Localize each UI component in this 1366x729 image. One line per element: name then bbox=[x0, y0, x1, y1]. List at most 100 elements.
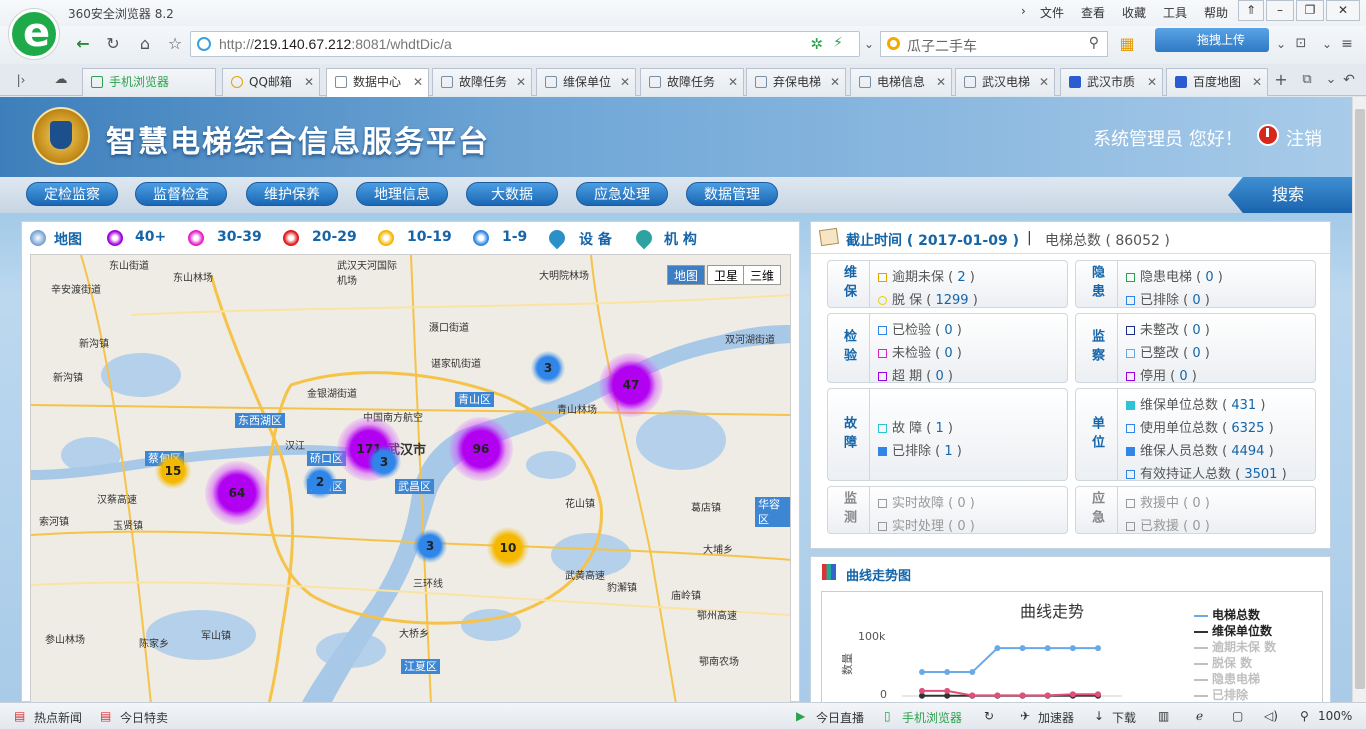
stat-row[interactable]: 已排除 ( 1 ) bbox=[878, 440, 962, 459]
cluster-marker[interactable]: 15 bbox=[155, 453, 191, 489]
map-view[interactable]: 地图 卫星 三维 东山街道 东山林场 武汉天河国际机场 大明院林场 辛安渡街道 … bbox=[30, 254, 791, 702]
series-point[interactable] bbox=[1069, 691, 1076, 698]
legend-item[interactable]: 逾期未保 数 bbox=[1194, 638, 1276, 655]
tab-data-center[interactable]: 数据中心 ✕ bbox=[326, 68, 429, 97]
legend-20-29[interactable]: 20-29 bbox=[312, 229, 357, 245]
cloud-icon[interactable]: ☁ bbox=[50, 69, 72, 91]
series-point[interactable] bbox=[1044, 645, 1051, 652]
sidebar-toggle-icon[interactable]: |› bbox=[10, 69, 32, 91]
legend-item[interactable]: 维保单位数 bbox=[1194, 622, 1272, 639]
series-point[interactable] bbox=[1019, 645, 1026, 652]
legend-org[interactable]: 机 构 bbox=[664, 229, 697, 249]
legend-item[interactable]: 已排除 bbox=[1194, 686, 1248, 702]
map-type-map[interactable]: 地图 bbox=[667, 265, 706, 285]
stat-row[interactable]: 实时故障 ( 0 ) bbox=[878, 492, 975, 511]
speed-mode-icon[interactable]: ⚡ bbox=[833, 35, 843, 51]
status-zoom[interactable]: 100% bbox=[1318, 709, 1352, 723]
minimize-button[interactable]: – bbox=[1266, 0, 1294, 21]
stat-row[interactable]: 有效持证人总数 ( 3501 ) bbox=[1126, 463, 1287, 482]
stat-row[interactable]: 超 期 ( 0 ) bbox=[878, 365, 953, 384]
cluster-marker[interactable]: 3 bbox=[531, 351, 565, 385]
undo-close-icon[interactable]: ↶ bbox=[1338, 69, 1360, 91]
stat-row[interactable]: 停用 ( 0 ) bbox=[1126, 365, 1197, 384]
status-mobile[interactable]: 手机浏览器 bbox=[902, 709, 962, 726]
legend-40-plus[interactable]: 40+ bbox=[135, 229, 166, 245]
page-scrollbar[interactable] bbox=[1352, 97, 1366, 702]
legend-1-9[interactable]: 1-9 bbox=[502, 229, 527, 245]
stat-row[interactable]: 故 障 ( 1 ) bbox=[878, 417, 953, 436]
cluster-marker[interactable]: 2 bbox=[303, 465, 337, 499]
tab-maintenance-unit[interactable]: 维保单位 ✕ bbox=[536, 68, 636, 96]
close-button[interactable]: ✕ bbox=[1326, 0, 1360, 21]
tab-qq-mail[interactable]: QQ邮箱 ✕ bbox=[222, 68, 320, 96]
cluster-marker[interactable]: 10 bbox=[487, 527, 529, 569]
search-text[interactable]: 瓜子二手车 bbox=[907, 36, 977, 56]
legend-map[interactable]: 地图 bbox=[54, 229, 82, 249]
series-point[interactable] bbox=[1095, 645, 1101, 652]
tab-wuhan-quality[interactable]: 武汉市质 ✕ bbox=[1060, 68, 1163, 96]
map-type-3d[interactable]: 三维 bbox=[743, 265, 782, 285]
stat-row[interactable]: 脱 保 ( 1299 ) bbox=[878, 289, 978, 308]
game-dropdown-icon[interactable]: ⌄ bbox=[1316, 33, 1338, 55]
legend-item[interactable]: 脱保 数 bbox=[1194, 654, 1252, 671]
stat-row[interactable]: 未检验 ( 0 ) bbox=[878, 342, 962, 361]
tab-abandoned-elevator[interactable]: 弃保电梯 ✕ bbox=[746, 68, 846, 96]
volume-icon[interactable]: ◁) bbox=[1264, 709, 1278, 723]
legend-device[interactable]: 设 备 bbox=[579, 229, 612, 249]
tab-baidu-map[interactable]: 百度地图 ✕ bbox=[1166, 68, 1268, 96]
legend-10-19[interactable]: 10-19 bbox=[407, 229, 452, 245]
nav-supervision[interactable]: 监督检查 bbox=[135, 182, 227, 206]
search-icon[interactable]: ⚲ bbox=[1089, 35, 1099, 51]
legend-item[interactable]: 电梯总数 bbox=[1194, 606, 1260, 623]
nav-emergency[interactable]: 应急处理 bbox=[576, 182, 668, 206]
nav-inspection[interactable]: 定检监察 bbox=[26, 182, 118, 206]
legend-30-39[interactable]: 30-39 bbox=[217, 229, 262, 245]
nav-geo-info[interactable]: 地理信息 bbox=[356, 182, 448, 206]
stat-row[interactable]: 维保人员总数 ( 4494 ) bbox=[1126, 440, 1274, 459]
stat-row[interactable]: 逾期未保 ( 2 ) bbox=[878, 266, 975, 285]
upload-dropdown-icon[interactable]: ⌄ bbox=[1270, 33, 1292, 55]
stat-row[interactable]: 已救援 ( 0 ) bbox=[1126, 515, 1210, 534]
status-deals[interactable]: 今日特卖 bbox=[120, 709, 168, 726]
nav-data-manage[interactable]: 数据管理 bbox=[686, 182, 778, 206]
stat-row[interactable]: 实时处理 ( 0 ) bbox=[878, 515, 975, 534]
cluster-marker[interactable]: 3 bbox=[367, 445, 401, 479]
upload-button[interactable]: 拖拽上传 bbox=[1155, 28, 1269, 52]
star-icon[interactable]: ☆ bbox=[164, 33, 186, 55]
url-dropdown-icon[interactable]: ⌄ bbox=[858, 33, 880, 55]
home-icon[interactable]: ⌂ bbox=[134, 33, 156, 55]
pin-icon[interactable]: ⇑ bbox=[1238, 0, 1264, 21]
url-bar[interactable]: http://219.140.67.212:8081/whdtDic/a ✲ ⚡ bbox=[190, 31, 860, 57]
stat-row[interactable]: 隐患电梯 ( 0 ) bbox=[1126, 266, 1223, 285]
refresh-status-icon[interactable]: ↻ bbox=[984, 709, 994, 723]
menu-arrow-icon[interactable]: › bbox=[1021, 4, 1026, 18]
tab-list-icon[interactable]: ⧉ bbox=[1296, 69, 1318, 91]
series-point[interactable] bbox=[994, 645, 1001, 652]
series-point[interactable] bbox=[969, 669, 976, 676]
back-icon[interactable]: ← bbox=[72, 33, 94, 55]
stat-row[interactable]: 使用单位总数 ( 6325 ) bbox=[1126, 417, 1274, 436]
url-text[interactable]: http://219.140.67.212:8081/whdtDic/a bbox=[219, 36, 452, 52]
series-point[interactable] bbox=[944, 669, 951, 676]
series-point[interactable] bbox=[1095, 691, 1101, 698]
nav-big-data[interactable]: 大数据 bbox=[466, 182, 558, 206]
cluster-marker[interactable]: 3 bbox=[413, 529, 447, 563]
status-news[interactable]: 热点新闻 bbox=[34, 709, 82, 726]
window-icon[interactable]: ▢ bbox=[1232, 709, 1243, 723]
menu-tools[interactable]: 工具 bbox=[1163, 4, 1187, 21]
status-live[interactable]: 今日直播 bbox=[816, 709, 864, 726]
menu-view[interactable]: 查看 bbox=[1081, 4, 1105, 21]
browser-logo-icon[interactable] bbox=[9, 9, 59, 59]
logout-link[interactable]: 注销 bbox=[1286, 125, 1322, 151]
series-point[interactable] bbox=[969, 692, 976, 699]
series-point[interactable] bbox=[944, 687, 951, 694]
series-point[interactable] bbox=[1019, 692, 1026, 699]
cluster-marker[interactable]: 96 bbox=[449, 417, 513, 481]
menu-help[interactable]: 帮助 bbox=[1204, 4, 1228, 21]
layout-icon[interactable]: ▥ bbox=[1158, 709, 1169, 723]
game-icon[interactable]: ⊡ bbox=[1290, 33, 1312, 55]
tab-elevator-info[interactable]: 电梯信息 ✕ bbox=[850, 68, 952, 96]
menu-file[interactable]: 文件 bbox=[1040, 4, 1064, 21]
stat-row[interactable]: 未整改 ( 0 ) bbox=[1126, 319, 1210, 338]
series-point[interactable] bbox=[1044, 692, 1051, 699]
